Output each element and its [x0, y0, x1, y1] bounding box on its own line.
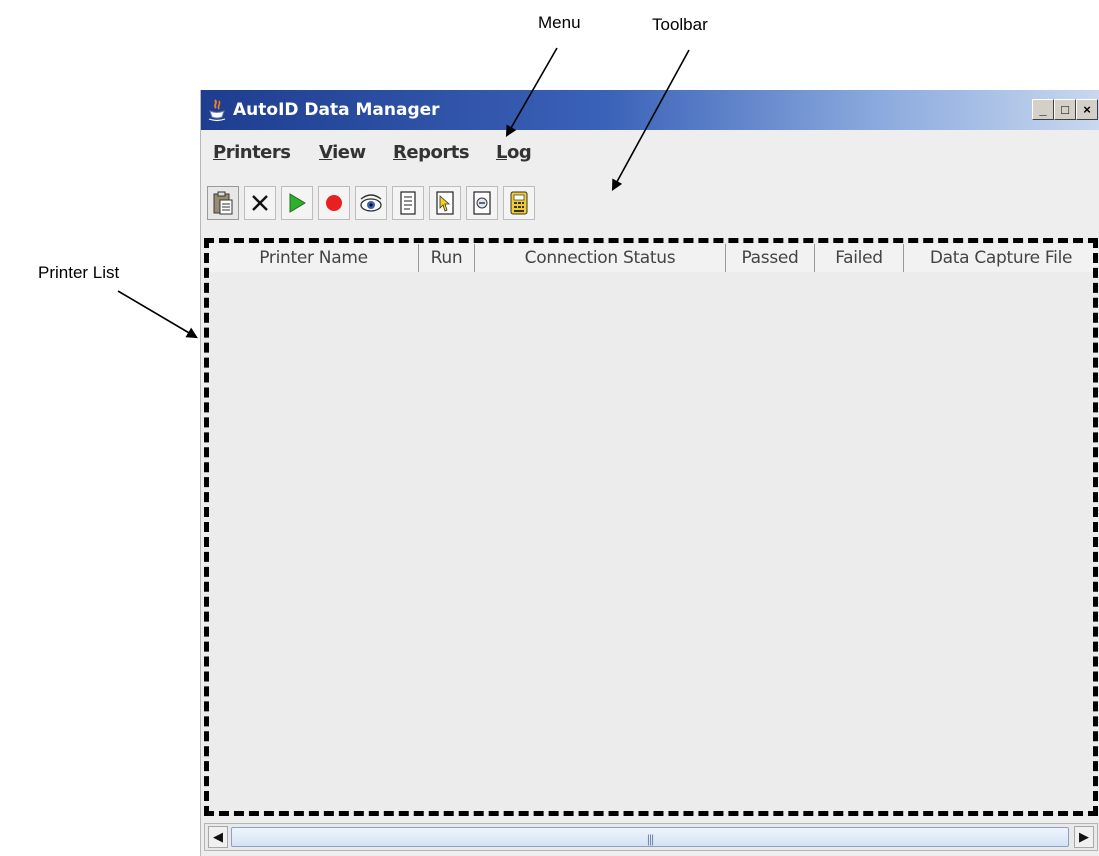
- window-title: AutoID Data Manager: [233, 100, 440, 120]
- close-button[interactable]: ×: [1076, 99, 1098, 120]
- document-pointer-icon: [436, 191, 454, 215]
- scroll-grip-icon: |||: [646, 832, 654, 846]
- printer-list-table[interactable]: Printer Name Run Connection Status Passe…: [204, 238, 1098, 816]
- printer-list-callout-arrow: [117, 290, 198, 339]
- scroll-left-arrow[interactable]: ◀: [208, 826, 228, 848]
- play-icon: [289, 193, 306, 213]
- menu-printers[interactable]: Printers: [213, 142, 291, 163]
- delete-button[interactable]: [244, 186, 276, 220]
- document-icon: [400, 191, 416, 215]
- scroll-thumb[interactable]: |||: [231, 827, 1069, 847]
- calculator-icon: [510, 191, 528, 215]
- maximize-button[interactable]: □: [1054, 99, 1076, 120]
- menu-bar: Printers View Reports Log: [201, 130, 1099, 168]
- stop-button[interactable]: [318, 186, 350, 220]
- horizontal-scrollbar[interactable]: ◀ ||| ▶: [204, 823, 1098, 851]
- printer-list-callout-label: Printer List: [38, 263, 120, 282]
- view-button[interactable]: [355, 186, 387, 220]
- clipboard-icon: [213, 191, 233, 215]
- document-e-icon: [473, 191, 491, 215]
- title-bar[interactable]: AutoID Data Manager _ □ ×: [201, 90, 1099, 130]
- menu-log[interactable]: Log: [496, 142, 532, 163]
- toolbar: [207, 186, 535, 222]
- delete-x-icon: [252, 195, 268, 211]
- stop-record-icon: [326, 195, 342, 211]
- menu-reports[interactable]: Reports: [393, 142, 470, 163]
- run-button[interactable]: [281, 186, 313, 220]
- minimize-button[interactable]: _: [1032, 99, 1054, 120]
- clipboard-button[interactable]: [207, 186, 239, 220]
- menu-callout-label: Menu: [538, 13, 581, 32]
- java-cup-icon: [208, 99, 226, 122]
- document-e-button[interactable]: [466, 186, 498, 220]
- app-window: AutoID Data Manager _ □ × Printers View …: [200, 90, 1099, 856]
- calculator-button[interactable]: [503, 186, 535, 220]
- toolbar-callout-label: Toolbar: [652, 15, 708, 34]
- document-pointer-button[interactable]: [429, 186, 461, 220]
- document-button[interactable]: [392, 186, 424, 220]
- view-eye-icon: [360, 194, 382, 212]
- scroll-right-arrow[interactable]: ▶: [1074, 826, 1094, 848]
- printer-list-highlight-frame: [204, 238, 1098, 816]
- menu-view[interactable]: View: [319, 142, 366, 163]
